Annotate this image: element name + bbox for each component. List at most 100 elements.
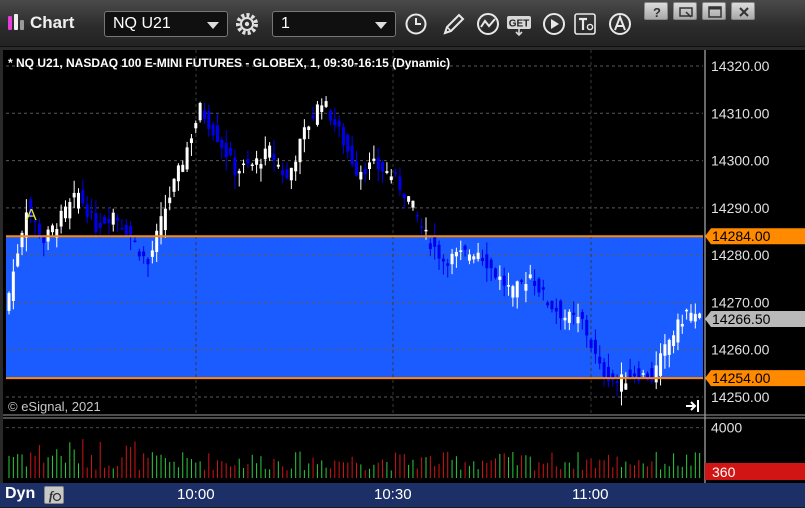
candle-body	[420, 226, 424, 228]
candle-body	[85, 204, 89, 218]
restore-icon	[679, 7, 693, 18]
help-button[interactable]: ?	[644, 2, 668, 20]
candle-body	[107, 218, 111, 223]
candle-body	[359, 171, 363, 180]
gear-button[interactable]	[233, 11, 261, 37]
candle-body	[472, 256, 476, 260]
close-button[interactable]	[731, 2, 755, 20]
candle-body	[689, 312, 693, 321]
candle-body	[611, 373, 615, 381]
time-tick-label: 10:30	[374, 486, 412, 503]
candle-body	[216, 125, 219, 143]
candle-body	[672, 335, 676, 347]
candle-body	[268, 145, 272, 158]
function-button[interactable]: f	[44, 486, 64, 504]
candle-body	[606, 366, 610, 382]
price-tick-label: 14320.00	[711, 58, 770, 74]
get-data-button[interactable]: GET	[506, 11, 534, 37]
candle-body	[202, 110, 206, 120]
dynamic-label: Dyn	[5, 485, 36, 502]
candle-body	[663, 344, 667, 356]
play-icon	[543, 13, 565, 35]
price-chart[interactable]: 14320.00 14310.00 14300.00 14290.00 14280.00…	[3, 50, 805, 483]
candle-body	[50, 225, 54, 233]
candle-body	[563, 317, 567, 321]
candle-body	[641, 373, 645, 375]
play-button[interactable]	[540, 11, 568, 37]
candle-body	[90, 211, 94, 213]
candle-body	[103, 216, 107, 224]
chevron-down-icon[interactable]	[207, 22, 219, 29]
candle-body	[368, 162, 372, 170]
candle-body	[242, 163, 246, 166]
candle-body	[476, 252, 480, 260]
svg-text:?: ?	[653, 5, 661, 20]
candle-body	[302, 127, 306, 140]
candle-body	[194, 123, 198, 129]
candle-body	[94, 212, 98, 233]
candle-body	[294, 161, 298, 172]
candle-body	[598, 356, 602, 364]
time-axis-bar[interactable]: Dyn f 10:00 10:30 11:00	[0, 483, 805, 507]
close-icon	[739, 7, 749, 17]
candle-body	[676, 319, 680, 343]
candle-body	[654, 365, 658, 383]
price-tick-label: 14260.00	[711, 342, 770, 358]
scroll-to-end-button[interactable]	[685, 398, 701, 414]
maximize-button[interactable]	[702, 2, 726, 20]
candle-body	[693, 313, 697, 322]
help-icon: ?	[653, 5, 661, 20]
study-button[interactable]	[474, 11, 502, 37]
candle-body	[68, 202, 72, 219]
chart-panel[interactable]: 14320.00 14310.00 14300.00 14290.00 14280.00…	[3, 50, 805, 483]
chart-app-icon	[8, 14, 26, 30]
candle-body	[350, 145, 354, 165]
candle-body	[502, 275, 506, 286]
draw-tool-button[interactable]	[440, 11, 468, 37]
clock-icon	[405, 13, 427, 35]
candle-body	[224, 142, 228, 158]
candle-body	[415, 215, 419, 217]
candle-body	[298, 138, 302, 163]
candle-body	[424, 229, 428, 232]
candle-body	[289, 167, 293, 181]
candle-body	[580, 312, 584, 319]
candle-body	[346, 134, 350, 152]
chevron-down-icon[interactable]	[375, 22, 387, 29]
candle-body	[163, 208, 167, 231]
candle-body	[120, 227, 124, 230]
candle-body	[685, 309, 689, 312]
candle-body	[698, 313, 702, 318]
copyright-text: © eSignal, 2021	[8, 399, 101, 414]
time-template-button[interactable]	[402, 11, 430, 37]
alert-icon	[609, 13, 631, 35]
candle-body	[602, 362, 606, 377]
candle-body	[259, 164, 263, 169]
candle-body	[407, 196, 411, 202]
candle-body	[324, 101, 328, 107]
candle-body	[337, 120, 341, 127]
candle-body	[646, 373, 650, 381]
alert-button[interactable]	[606, 11, 634, 37]
candle-body	[385, 171, 389, 173]
candle-body	[250, 164, 254, 166]
text-tool-button[interactable]	[572, 11, 600, 37]
volume-bars	[8, 439, 701, 478]
candle-body	[567, 311, 571, 323]
candle-body	[559, 300, 563, 319]
symbol-combo[interactable]: NQ U21	[104, 11, 228, 37]
candle-body	[650, 368, 654, 382]
interval-value: 1	[281, 15, 290, 32]
candle-body	[59, 210, 63, 227]
interval-combo[interactable]: 1	[272, 11, 396, 37]
candle-body	[480, 258, 484, 262]
candle-body	[281, 170, 285, 176]
candle-body	[541, 287, 545, 290]
candle-body	[185, 147, 189, 170]
candle-body	[255, 158, 259, 165]
band-top-price-label: 14284.00	[705, 228, 805, 245]
time-tick-label: 10:00	[177, 486, 215, 503]
candle-body	[116, 217, 120, 221]
restore-button[interactable]	[673, 2, 697, 20]
price-tick-label: 14270.00	[711, 294, 770, 310]
